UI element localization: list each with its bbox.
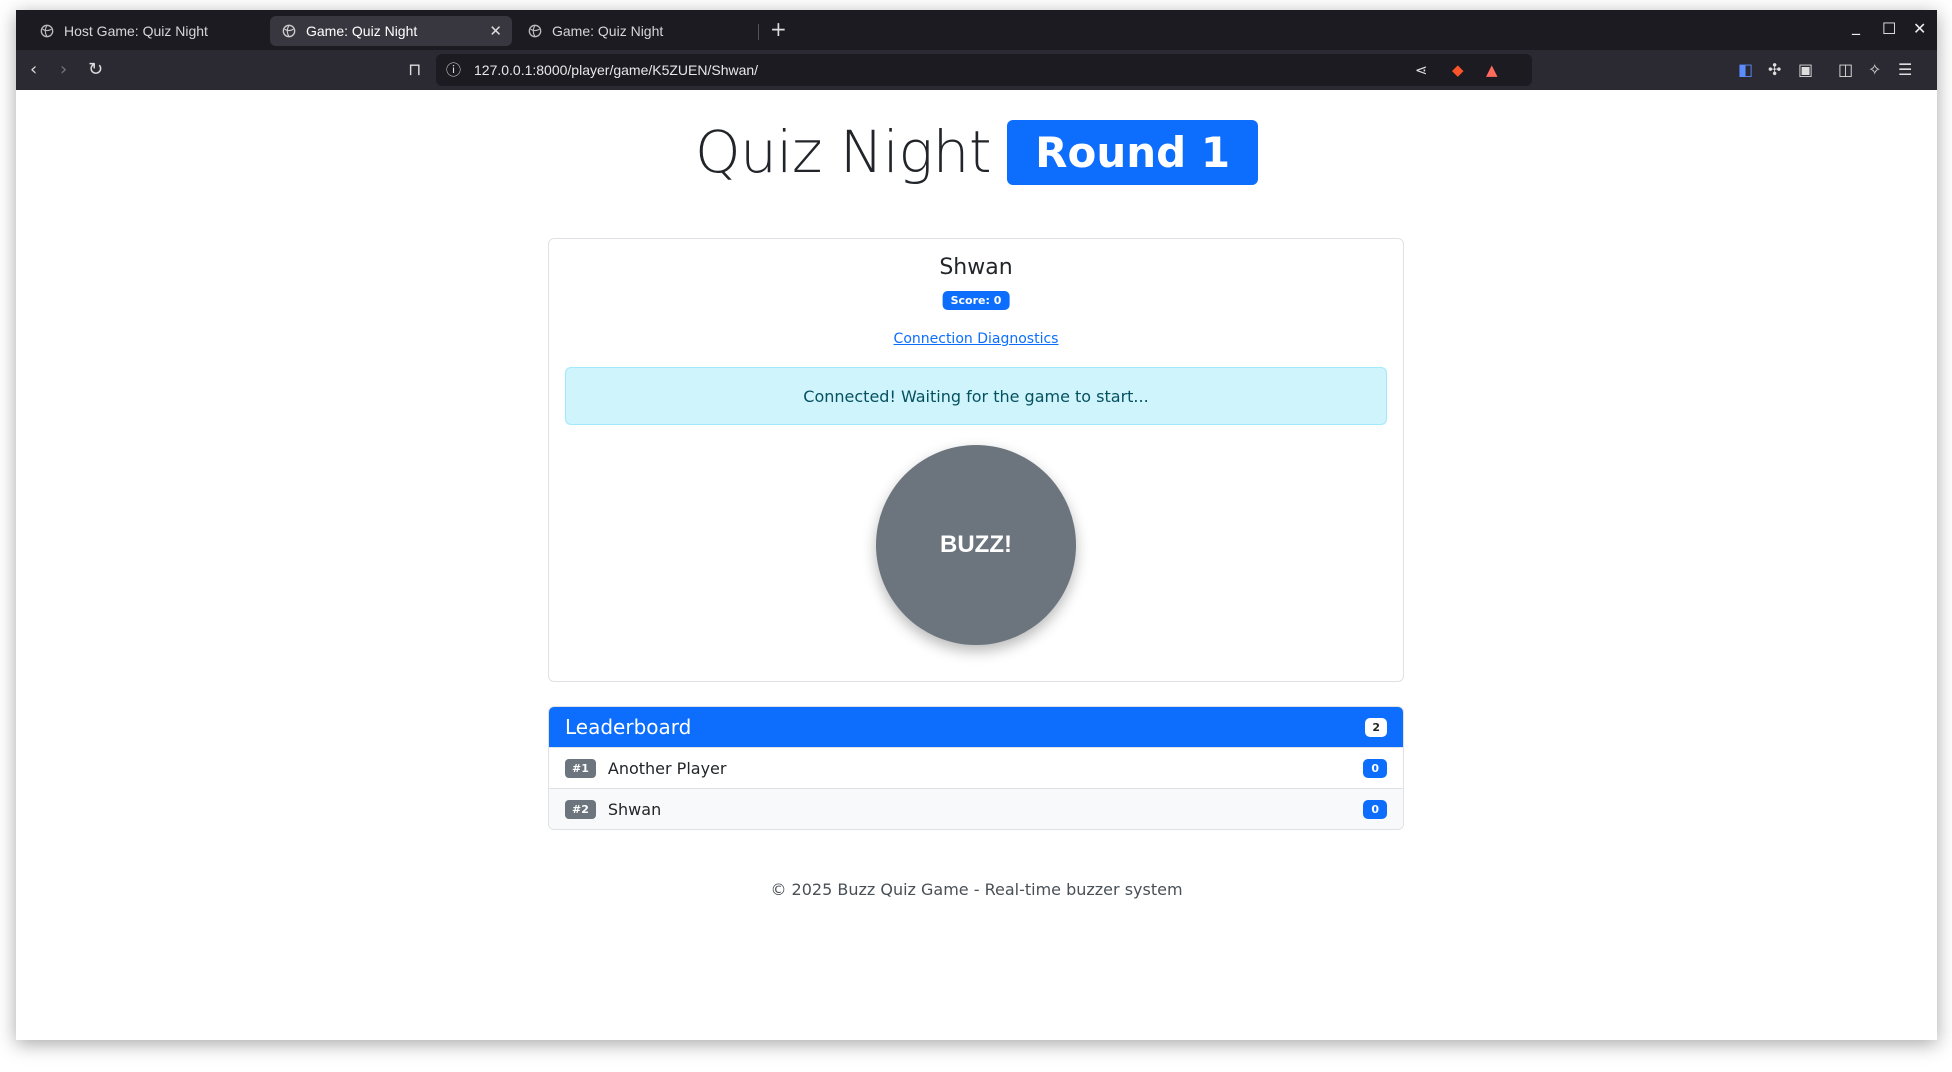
- leaderboard: Leaderboard 2 #1 Another Player 0 #2 Shw…: [548, 706, 1404, 830]
- tab-game-active[interactable]: Game: Quiz Night ✕: [270, 16, 512, 46]
- browser-window: Host Game: Quiz Night Game: Quiz Night ✕…: [16, 10, 1937, 1040]
- leaderboard-row: #2 Shwan 0: [549, 788, 1403, 829]
- maximize-icon[interactable]: ☐: [1882, 19, 1896, 38]
- leaderboard-title: Leaderboard: [565, 715, 692, 739]
- bookmark-icon[interactable]: ⊓: [408, 60, 421, 80]
- close-tab-icon[interactable]: ✕: [489, 22, 502, 40]
- status-alert: Connected! Waiting for the game to start…: [565, 367, 1387, 425]
- player-count-badge: 2: [1365, 717, 1387, 737]
- globe-icon: [40, 24, 54, 38]
- forward-icon[interactable]: ›: [60, 60, 67, 80]
- tab-label: Host Game: Quiz Night: [64, 23, 208, 39]
- tab-label: Game: Quiz Night: [552, 23, 664, 39]
- reload-icon[interactable]: ↻: [88, 60, 103, 80]
- tab-game[interactable]: Game: Quiz Night: [516, 16, 766, 46]
- brave-shield-icon[interactable]: ◆: [1452, 62, 1464, 78]
- footer-text: © 2025 Buzz Quiz Game - Real-time buzzer…: [770, 880, 1183, 899]
- globe-icon: [282, 24, 296, 38]
- sidebar-icon[interactable]: ◫: [1838, 60, 1853, 80]
- leaderboard-header: Leaderboard 2: [549, 707, 1403, 747]
- player-card: Shwan Score: 0 Connection Diagnostics Co…: [548, 238, 1404, 682]
- player-name: Another Player: [607, 758, 727, 778]
- globe-icon: [528, 24, 542, 38]
- player-name: Shwan: [607, 799, 662, 819]
- player-name: Shwan: [939, 255, 1013, 280]
- extensions-icon[interactable]: ✣: [1768, 60, 1781, 80]
- buzz-button[interactable]: BUZZ!: [876, 445, 1076, 645]
- title-row: Quiz Night Round 1: [16, 118, 1937, 186]
- new-tab-icon[interactable]: +: [770, 19, 787, 39]
- rank-badge: #1: [565, 758, 596, 778]
- score-badge: 0: [1363, 758, 1387, 778]
- leaderboard-row: #1 Another Player 0: [549, 747, 1403, 788]
- tab-label: Game: Quiz Night: [306, 23, 418, 39]
- tab-host-game[interactable]: Host Game: Quiz Night: [28, 16, 278, 46]
- url-text[interactable]: 127.0.0.1:8000/player/game/K5ZUEN/Shwan/: [474, 62, 758, 78]
- close-window-icon[interactable]: ✕: [1913, 19, 1926, 38]
- share-icon[interactable]: ⋖: [1415, 62, 1428, 78]
- round-badge: Round 1: [1007, 119, 1259, 185]
- leo-ai-icon[interactable]: ✧: [1868, 60, 1881, 80]
- minimize-icon[interactable]: _: [1852, 16, 1860, 35]
- site-info-icon[interactable]: ⓘ: [446, 62, 461, 78]
- tab-strip: Host Game: Quiz Night Game: Quiz Night ✕…: [16, 10, 1937, 50]
- tab-separator: [758, 24, 759, 40]
- url-bar[interactable]: ⓘ 127.0.0.1:8000/player/game/K5ZUEN/Shwa…: [436, 54, 1532, 86]
- page-title: Quiz Night: [694, 118, 992, 186]
- wallet-icon[interactable]: ▣: [1798, 60, 1813, 80]
- brave-rewards-icon[interactable]: ▲: [1486, 62, 1498, 78]
- score-badge: 0: [1363, 799, 1387, 819]
- score-badge: Score: 0: [942, 291, 1010, 310]
- browser-toolbar: ‹ › ↻ ⊓ ⓘ 127.0.0.1:8000/player/game/K5Z…: [16, 50, 1937, 90]
- back-icon[interactable]: ‹: [30, 60, 37, 80]
- bitwarden-icon[interactable]: ◧: [1738, 60, 1753, 80]
- connection-diagnostics-link[interactable]: Connection Diagnostics: [549, 331, 1403, 347]
- page-content: Quiz Night Round 1 Shwan Score: 0 Connec…: [16, 90, 1937, 1040]
- menu-icon[interactable]: ☰: [1898, 60, 1912, 80]
- rank-badge: #2: [565, 799, 596, 819]
